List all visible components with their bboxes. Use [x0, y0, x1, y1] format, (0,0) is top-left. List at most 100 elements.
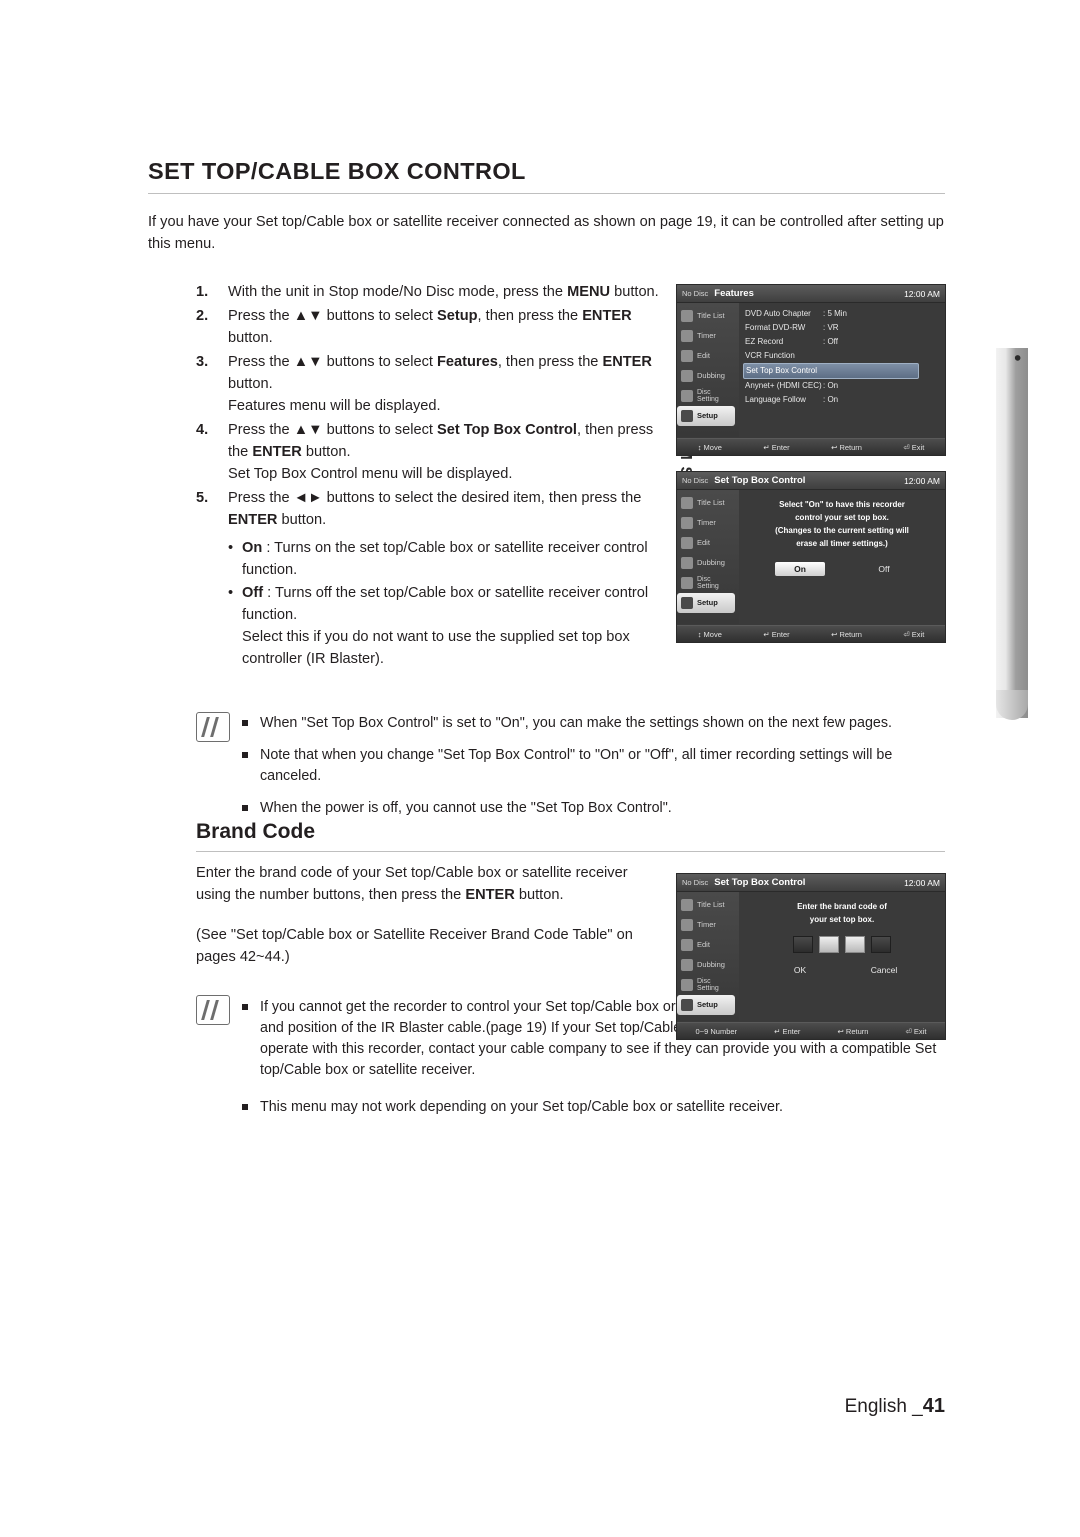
osd-message-line: Select "On" to have this recorder	[779, 500, 905, 509]
step5-bullets: • On : Turns on the set top/Cable box or…	[228, 537, 666, 670]
step-number: 2.	[196, 308, 209, 324]
osd-body: Title List Timer Edit Dubbing Disc Setti…	[677, 490, 945, 624]
notes-list-1: When "Set Top Box Control" is set to "On…	[240, 713, 946, 830]
osd-button-row: On Off	[745, 562, 939, 576]
osd-sidebar-item-disc-setting[interactable]: Disc Setting	[677, 975, 739, 995]
osd-message-line: erase all timer settings.)	[796, 539, 888, 548]
osd-option-row[interactable]: EZ Record : Off	[745, 335, 939, 349]
osd-footer-exit[interactable]: ⏎ Exit	[903, 630, 924, 639]
osd-footer-enter[interactable]: ↵ Enter	[763, 630, 789, 639]
osd-option-row[interactable]: Format DVD-RW: VR	[745, 321, 939, 335]
osd-footer-exit[interactable]: ⏎ Exit	[903, 443, 924, 452]
osd-footer-return[interactable]: ↩ Return	[831, 630, 862, 639]
osd-ok-button[interactable]: OK	[775, 963, 825, 977]
timer-icon	[681, 330, 693, 342]
osd-sidebar-item-setup[interactable]: Setup	[677, 995, 735, 1015]
brand-code-body: Enter the brand code of your Set top/Cab…	[196, 862, 666, 986]
note-icon	[196, 995, 230, 1025]
note-item: When "Set Top Box Control" is set to "On…	[240, 713, 946, 734]
note-text: When the power is off, you cannot use th…	[260, 800, 672, 816]
edit-icon	[681, 939, 693, 951]
osd-message: Select "On" to have this recorder contro…	[745, 498, 939, 550]
osd-sidebar-item-title-list[interactable]: Title List	[677, 895, 739, 915]
step-text: Press the ▲▼ buttons to select Features,…	[228, 354, 652, 392]
osd-footer-number[interactable]: 0~9 Number	[696, 1027, 737, 1036]
code-digit-box[interactable]	[793, 936, 813, 953]
osd-header: No Disc Set Top Box Control 12:00 AM	[677, 472, 945, 490]
osd-option-key: Anynet+ (HDMI CEC)	[745, 381, 822, 390]
osd-footer-enter[interactable]: ↵ Enter	[763, 443, 789, 452]
osd-features-screen: No Disc Features 12:00 AM Title List Tim…	[676, 284, 946, 456]
osd-sidebar-label: Timer	[697, 331, 716, 340]
osd-clock: 12:00 AM	[904, 877, 940, 888]
note-item: This menu may not work depending on your…	[240, 1097, 946, 1118]
osd-footer-exit[interactable]: ⏎ Exit	[906, 1027, 927, 1036]
osd-sidebar-item-timer[interactable]: Timer	[677, 513, 739, 533]
osd-sidebar-item-dubbing[interactable]: Dubbing	[677, 955, 739, 975]
step-number: 4.	[196, 422, 209, 438]
osd-sidebar-item-edit[interactable]: Edit	[677, 533, 739, 553]
osd-option-row-selected[interactable]: Set Top Box Control	[743, 363, 919, 379]
osd-cancel-button[interactable]: Cancel	[859, 963, 909, 977]
note-square-icon	[242, 752, 248, 758]
note-text: This menu may not work depending on your…	[260, 1099, 783, 1115]
side-tab-bullet-icon: ●	[1011, 354, 1027, 362]
osd-sidebar-item-timer[interactable]: Timer	[677, 915, 739, 935]
osd-sidebar-item-setup[interactable]: Setup	[677, 593, 735, 613]
note-item: When the power is off, you cannot use th…	[240, 798, 946, 819]
osd-sidebar-item-dubbing[interactable]: Dubbing	[677, 366, 739, 386]
osd-header: No Disc Features 12:00 AM	[677, 285, 945, 303]
osd-message: Enter the brand code of your set top box…	[745, 900, 939, 926]
code-digit-box[interactable]	[871, 936, 891, 953]
osd-footer-move[interactable]: ↕ Move	[698, 630, 722, 639]
osd-footer-move[interactable]: ↕ Move	[698, 443, 722, 452]
osd-sidebar-label: Title List	[697, 900, 725, 909]
osd-sidebar-item-title-list[interactable]: Title List	[677, 306, 739, 326]
code-digit-box[interactable]	[845, 936, 865, 953]
osd-off-button[interactable]: Off	[859, 562, 909, 576]
osd-sidebar-item-disc-setting[interactable]: Disc Setting	[677, 573, 739, 593]
osd-option-key: Format DVD-RW	[745, 323, 806, 332]
setup-icon	[681, 410, 693, 422]
osd-footer: ↕ Move ↵ Enter ↩ Return ⏎ Exit	[677, 438, 945, 455]
osd-option-key: EZ Record	[745, 337, 784, 346]
osd-footer: 0~9 Number ↵ Enter ↩ Return ⏎ Exit	[677, 1022, 945, 1039]
brand-code-input[interactable]	[745, 936, 939, 953]
osd-sidebar-item-disc-setting[interactable]: Disc Setting	[677, 386, 739, 406]
osd-option-row[interactable]: DVD Auto Chapter: 5 Min	[745, 307, 939, 321]
code-digit-box[interactable]	[819, 936, 839, 953]
osd-sidebar-item-edit[interactable]: Edit	[677, 346, 739, 366]
osd-sidebar: Title List Timer Edit Dubbing Disc Setti…	[677, 490, 739, 624]
osd-option-key: DVD Auto Chapter	[745, 309, 811, 318]
osd-option-value: : Off	[823, 337, 838, 346]
osd-on-button[interactable]: On	[775, 562, 825, 576]
osd-sidebar-label: Dubbing	[697, 371, 725, 380]
dubbing-icon	[681, 557, 693, 569]
section-divider	[196, 851, 945, 852]
disc-setting-icon	[681, 979, 693, 991]
osd-option-row[interactable]: Language Follow: On	[745, 393, 939, 407]
osd-sidebar-item-timer[interactable]: Timer	[677, 326, 739, 346]
osd-sidebar-label: Setup	[697, 411, 718, 420]
osd-sidebar-item-edit[interactable]: Edit	[677, 935, 739, 955]
osd-option-row[interactable]: VCR Function	[745, 349, 939, 363]
osd-footer-return[interactable]: ↩ Return	[831, 443, 862, 452]
osd-sidebar-label: Edit	[697, 940, 710, 949]
osd-footer-enter[interactable]: ↵ Enter	[774, 1027, 800, 1036]
osd-sidebar-label: Dubbing	[697, 960, 725, 969]
osd-sidebar-item-title-list[interactable]: Title List	[677, 493, 739, 513]
bullet-item: • On : Turns on the set top/Cable box or…	[228, 537, 666, 581]
osd-sidebar-item-dubbing[interactable]: Dubbing	[677, 553, 739, 573]
osd-sidebar-label: Title List	[697, 311, 725, 320]
intro-paragraph: If you have your Set top/Cable box or sa…	[148, 214, 944, 252]
title-divider	[148, 193, 945, 194]
osd-sidebar-item-setup[interactable]: Setup	[677, 406, 735, 426]
osd-footer-return[interactable]: ↩ Return	[838, 1027, 869, 1036]
bullet-dot-icon: •	[228, 585, 234, 601]
title-list-icon	[681, 899, 693, 911]
step-item: 1. With the unit in Stop mode/No Disc mo…	[196, 281, 666, 303]
osd-message-line: (Changes to the current setting will	[775, 526, 909, 535]
step-text: Press the ◄► buttons to select the desir…	[228, 490, 642, 528]
osd-option-row[interactable]: Anynet+ (HDMI CEC): On	[745, 379, 939, 393]
note-item: Note that when you change "Set Top Box C…	[240, 745, 946, 787]
